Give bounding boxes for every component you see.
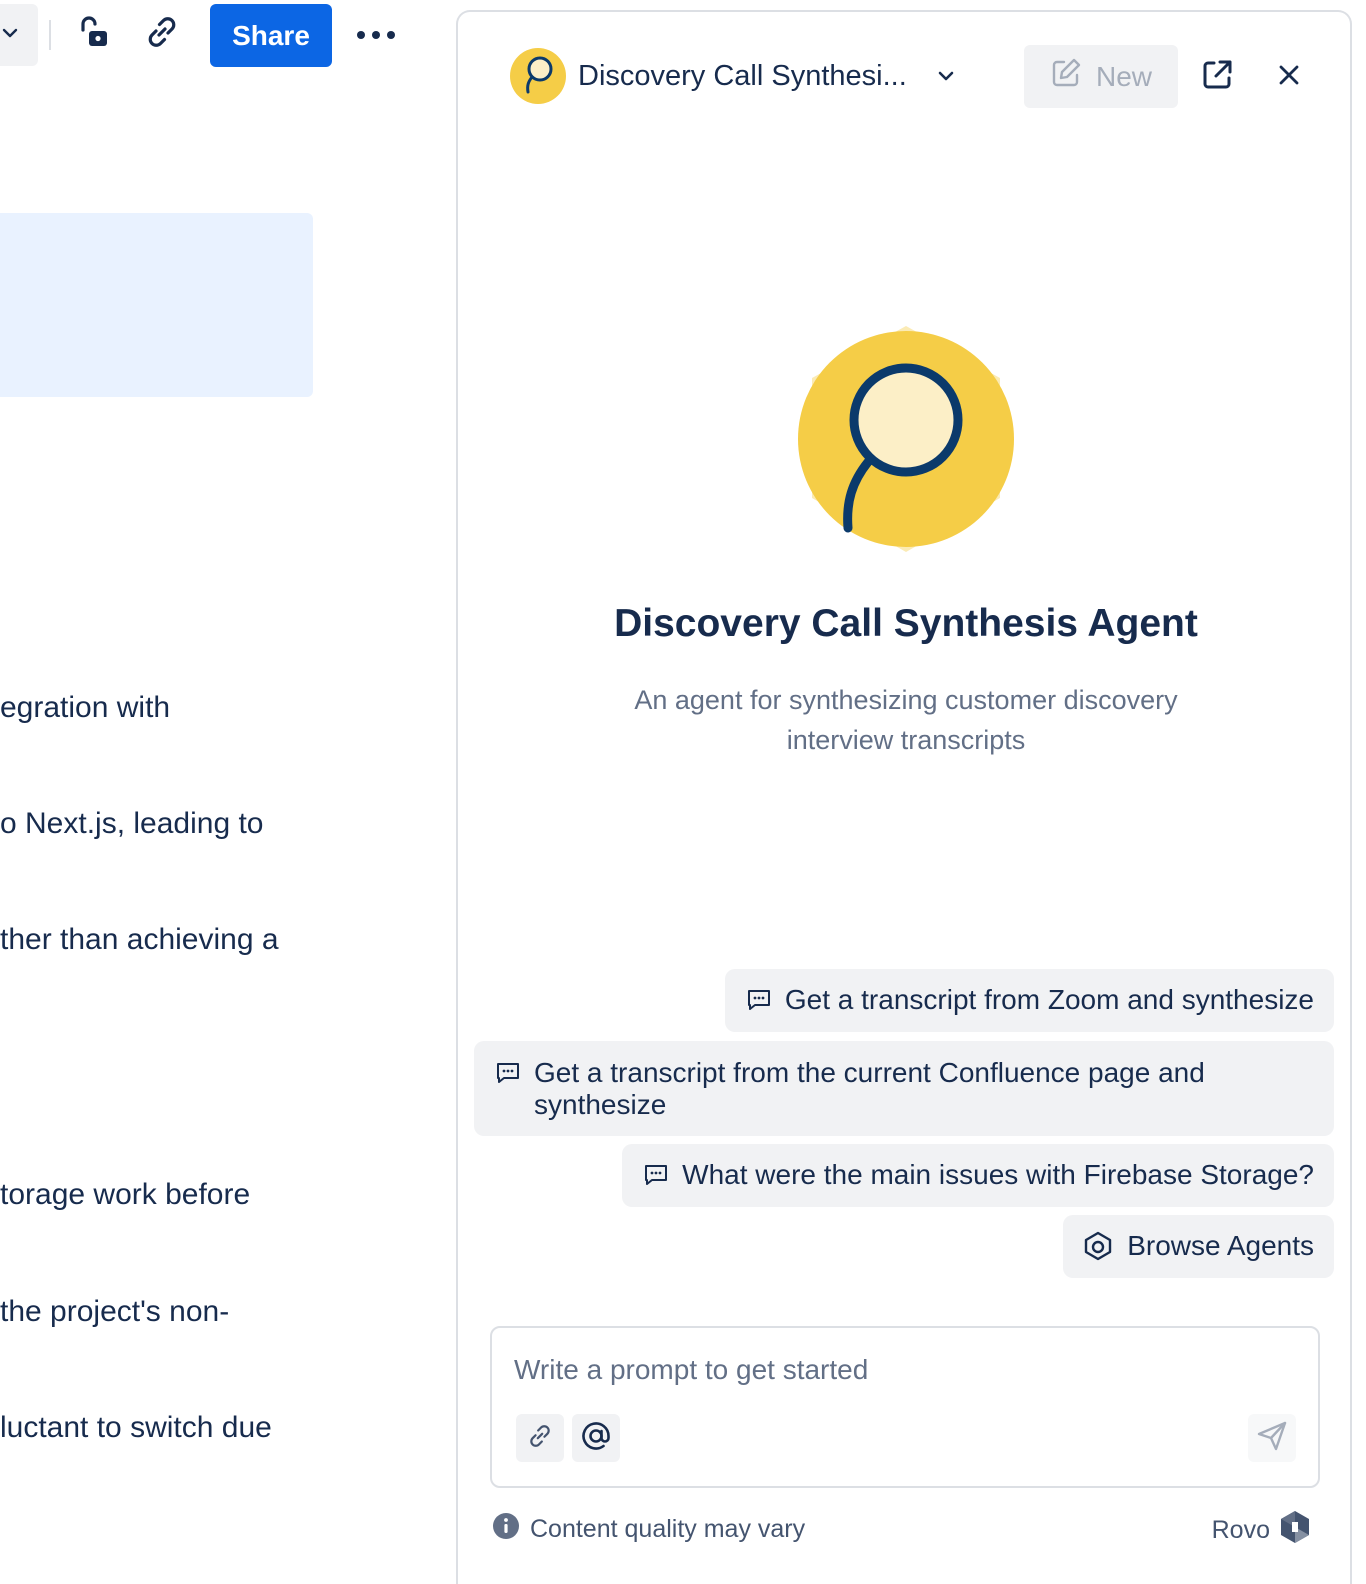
suggestion-chip[interactable]: Get a transcript from Zoom and synthesiz… xyxy=(724,969,1334,1032)
link-icon xyxy=(526,1422,554,1455)
agent-selector-chevron[interactable] xyxy=(930,62,962,94)
content-quality-text: Content quality may vary xyxy=(530,1515,806,1543)
rovo-brand: Rovo xyxy=(1212,1510,1310,1551)
magnifier-icon xyxy=(518,52,558,101)
suggestion-label: Get a transcript from the current Conflu… xyxy=(534,1057,1205,1120)
chat-bubble-icon xyxy=(644,1159,668,1191)
page-options-dropdown[interactable] xyxy=(0,4,38,66)
close-icon xyxy=(1278,64,1300,91)
page-text-line: ther than achieving a xyxy=(0,923,279,956)
page-text-line: luctant to switch due xyxy=(0,1411,272,1444)
send-icon xyxy=(1256,1420,1288,1457)
suggestion-chip[interactable]: Get a transcript from the current Conflu… xyxy=(474,1041,1334,1136)
agent-selector-title[interactable]: Discovery Call Synthesi... xyxy=(578,58,907,94)
open-in-new-window-button[interactable] xyxy=(1196,56,1238,98)
browse-agents-label: Browse Agents xyxy=(1127,1230,1314,1261)
content-quality-note: Content quality may vary xyxy=(492,1512,805,1547)
agent-avatar xyxy=(510,48,566,104)
attach-link-button[interactable] xyxy=(516,1414,564,1462)
link-icon xyxy=(143,13,181,56)
suggestion-chip[interactable]: What were the main issues with Firebase … xyxy=(622,1144,1334,1207)
more-actions-button[interactable] xyxy=(354,16,398,56)
page-text-line: torage work before xyxy=(0,1178,251,1211)
edit-icon xyxy=(1050,57,1082,96)
restrictions-button[interactable] xyxy=(74,14,114,54)
suggestion-label: What were the main issues with Firebase … xyxy=(682,1159,1314,1190)
new-chat-button[interactable]: New xyxy=(1024,45,1178,108)
more-icon xyxy=(356,27,396,45)
close-panel-button[interactable] xyxy=(1268,56,1310,98)
agent-hexagon-icon xyxy=(1083,1230,1113,1262)
prompt-box xyxy=(490,1326,1320,1488)
at-sign-icon xyxy=(581,1421,611,1456)
toolbar-divider xyxy=(49,20,51,50)
browse-agents-button[interactable]: Browse Agents xyxy=(1063,1215,1334,1278)
agent-hero-icon xyxy=(796,322,1016,556)
share-button[interactable]: Share xyxy=(210,4,332,67)
page-text-line: the project's non- xyxy=(0,1295,230,1328)
chevron-down-icon xyxy=(937,67,955,90)
unlock-icon xyxy=(76,14,112,55)
info-icon xyxy=(492,1512,520,1547)
page-text-line: o Next.js, leading to xyxy=(0,807,264,840)
rovo-logo-icon xyxy=(1280,1510,1310,1551)
rovo-chat-panel: Discovery Call Synthesi... New Discovery… xyxy=(456,10,1352,1584)
agent-description: An agent for synthesizing customer disco… xyxy=(634,685,1178,755)
send-button[interactable] xyxy=(1248,1414,1296,1462)
mention-button[interactable] xyxy=(572,1414,620,1462)
copy-link-button[interactable] xyxy=(142,14,182,54)
prompt-input[interactable] xyxy=(514,1352,1274,1388)
new-chat-label: New xyxy=(1095,60,1152,92)
highlighted-panel-block xyxy=(0,213,313,397)
external-link-icon xyxy=(1200,58,1234,97)
agent-name-heading: Discovery Call Synthesis Agent xyxy=(614,602,1198,645)
suggestion-label: Get a transcript from Zoom and synthesiz… xyxy=(784,984,1314,1015)
chat-bubble-icon xyxy=(496,1057,520,1089)
chat-bubble-icon xyxy=(747,984,771,1016)
page-toolbar: Share xyxy=(0,0,420,72)
chevron-down-icon xyxy=(2,25,18,46)
page-text-line: egration with xyxy=(0,691,171,724)
rovo-label: Rovo xyxy=(1211,1516,1270,1544)
